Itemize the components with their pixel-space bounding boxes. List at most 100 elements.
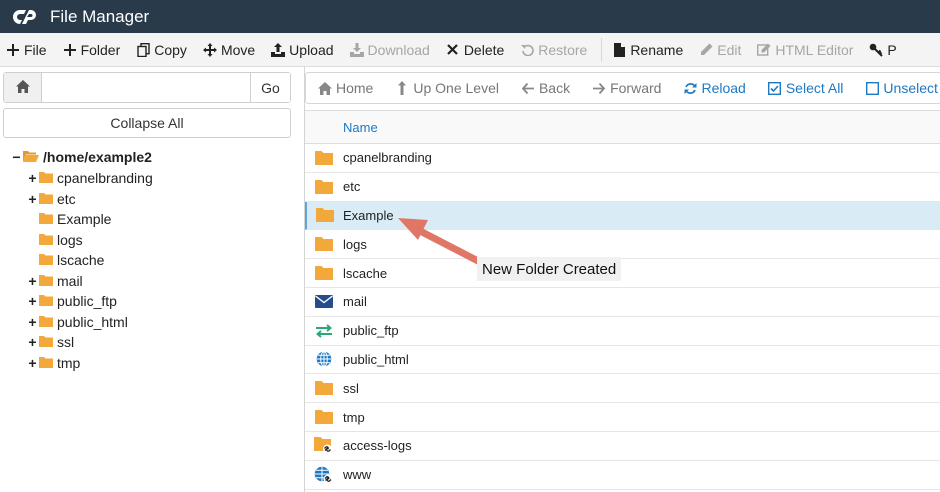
file-manager-app: File Manager File Folder Copy Move Uploa… xyxy=(0,0,940,492)
checkbox-empty-icon xyxy=(865,81,879,95)
annotation-callout: New Folder Created xyxy=(477,257,622,281)
folder-icon xyxy=(305,179,343,194)
new-file-label: File xyxy=(24,41,47,58)
file-name: etc xyxy=(343,179,361,195)
tree-item-public-ftp[interactable]: + public_ftp xyxy=(27,291,117,311)
table-row[interactable]: tmp xyxy=(305,403,940,432)
move-icon xyxy=(202,42,217,57)
tree-item-label: public_ftp xyxy=(57,293,117,309)
file-name: lscache xyxy=(343,265,388,281)
globe-icon xyxy=(305,351,343,368)
new-file-button[interactable]: File xyxy=(0,33,57,67)
file-name: public_html xyxy=(343,351,409,367)
download-label: Download xyxy=(367,41,430,58)
tree-toggle[interactable]: + xyxy=(27,334,38,350)
folder-icon xyxy=(39,293,53,309)
nav-select-all-button[interactable]: Select All xyxy=(756,73,854,103)
tree-item-mail[interactable]: + mail xyxy=(27,271,82,291)
go-button[interactable]: Go xyxy=(250,73,290,102)
folder-icon xyxy=(39,314,53,330)
permissions-button[interactable]: P xyxy=(863,33,906,67)
tree-item-etc[interactable]: + etc xyxy=(27,189,75,209)
title-bar: File Manager xyxy=(0,0,940,33)
tree-toggle[interactable]: + xyxy=(27,191,38,207)
tree-toggle-root[interactable]: − xyxy=(11,149,22,165)
path-input[interactable] xyxy=(42,73,250,102)
tree-item-tmp[interactable]: + tmp xyxy=(27,353,80,373)
arrow-left-icon xyxy=(521,81,535,95)
tree-toggle[interactable]: + xyxy=(27,355,38,371)
nav-unselect-all-button[interactable]: Unselect All xyxy=(853,73,940,103)
tree-item-label: cpanelbranding xyxy=(57,170,153,186)
column-header-name[interactable]: Name xyxy=(343,120,378,135)
table-row[interactable]: access-logs xyxy=(305,432,940,461)
edit-button[interactable]: Edit xyxy=(693,33,751,67)
tree-item-lscache[interactable]: lscache xyxy=(39,250,104,270)
copy-button[interactable]: Copy xyxy=(130,33,197,67)
cpanel-logo-icon xyxy=(11,7,41,27)
tree-item-example[interactable]: Example xyxy=(39,209,111,229)
folder-icon xyxy=(39,252,53,268)
folder-icon xyxy=(39,191,53,207)
table-row[interactable]: public_html xyxy=(305,346,940,375)
folder-icon xyxy=(39,211,53,227)
folder-icon xyxy=(39,170,53,186)
copy-icon xyxy=(136,42,150,57)
tree-root[interactable]: − /home/example2 xyxy=(11,147,152,167)
table-row[interactable]: ssl xyxy=(305,374,940,404)
folder-open-icon xyxy=(23,149,39,165)
folder-icon xyxy=(39,273,53,289)
nav-reload-button[interactable]: Reload xyxy=(671,73,755,103)
folder-icon xyxy=(305,381,343,396)
move-button[interactable]: Move xyxy=(197,33,265,67)
tree-toggle[interactable]: + xyxy=(27,273,38,289)
download-button[interactable]: Download xyxy=(344,33,440,67)
nav-forward-button[interactable]: Forward xyxy=(580,73,671,103)
home-button[interactable] xyxy=(4,73,42,102)
html-editor-button[interactable]: HTML Editor xyxy=(751,33,863,67)
collapse-all-button[interactable]: Collapse All xyxy=(3,108,291,138)
upload-icon xyxy=(271,42,286,57)
directory-tree-panel: Go Collapse All − /home/example2 + cpane… xyxy=(0,67,297,492)
folder-icon xyxy=(307,208,343,223)
folder-icon xyxy=(39,232,53,248)
nav-unselect-all-label: Unselect All xyxy=(883,80,940,96)
nav-up-one-level-button[interactable]: Up One Level xyxy=(383,73,509,103)
nav-home-button[interactable]: Home xyxy=(306,73,383,103)
navigation-bar: Home Up One Level Back Forward Reload Se… xyxy=(305,72,940,104)
table-row[interactable]: cpanelbranding xyxy=(305,144,940,173)
tree-toggle[interactable]: + xyxy=(27,170,38,186)
file-name: cpanelbranding xyxy=(343,150,432,166)
folder-icon xyxy=(39,334,53,350)
table-row[interactable]: www xyxy=(305,461,940,490)
tree-item-cpanelbranding[interactable]: + cpanelbranding xyxy=(27,168,153,188)
tree-root-label: /home/example2 xyxy=(43,149,152,165)
tree-item-logs[interactable]: logs xyxy=(39,230,83,250)
table-row[interactable]: public_ftp xyxy=(305,317,940,346)
tree-toggle[interactable]: + xyxy=(27,293,38,309)
permissions-label: P xyxy=(887,41,897,58)
restore-label: Restore xyxy=(538,41,588,58)
edit-box-icon xyxy=(757,43,771,57)
restore-button[interactable]: Restore xyxy=(514,33,597,67)
nav-forward-label: Forward xyxy=(610,80,662,96)
table-header: Name xyxy=(305,111,940,144)
folder-icon xyxy=(305,150,343,165)
delete-label: Delete xyxy=(463,41,505,58)
tree-item-label: logs xyxy=(57,231,83,248)
nav-up-label: Up One Level xyxy=(413,80,499,96)
tree-item-ssl[interactable]: + ssl xyxy=(27,332,74,352)
tree-item-label: public_html xyxy=(57,313,128,330)
tree-toggle[interactable]: + xyxy=(27,314,38,330)
table-row[interactable]: etc xyxy=(305,173,940,202)
folder-icon xyxy=(305,410,343,425)
nav-back-button[interactable]: Back xyxy=(509,73,580,103)
delete-button[interactable]: Delete xyxy=(440,33,514,67)
new-folder-button[interactable]: Folder xyxy=(57,33,131,67)
tree-item-public-html[interactable]: + public_html xyxy=(27,312,128,332)
rename-button[interactable]: Rename xyxy=(606,33,693,67)
table-row[interactable]: mail xyxy=(305,288,940,317)
tree-item-label: tmp xyxy=(57,354,81,371)
tree-item-label: lscache xyxy=(57,252,105,268)
upload-button[interactable]: Upload xyxy=(265,33,343,67)
